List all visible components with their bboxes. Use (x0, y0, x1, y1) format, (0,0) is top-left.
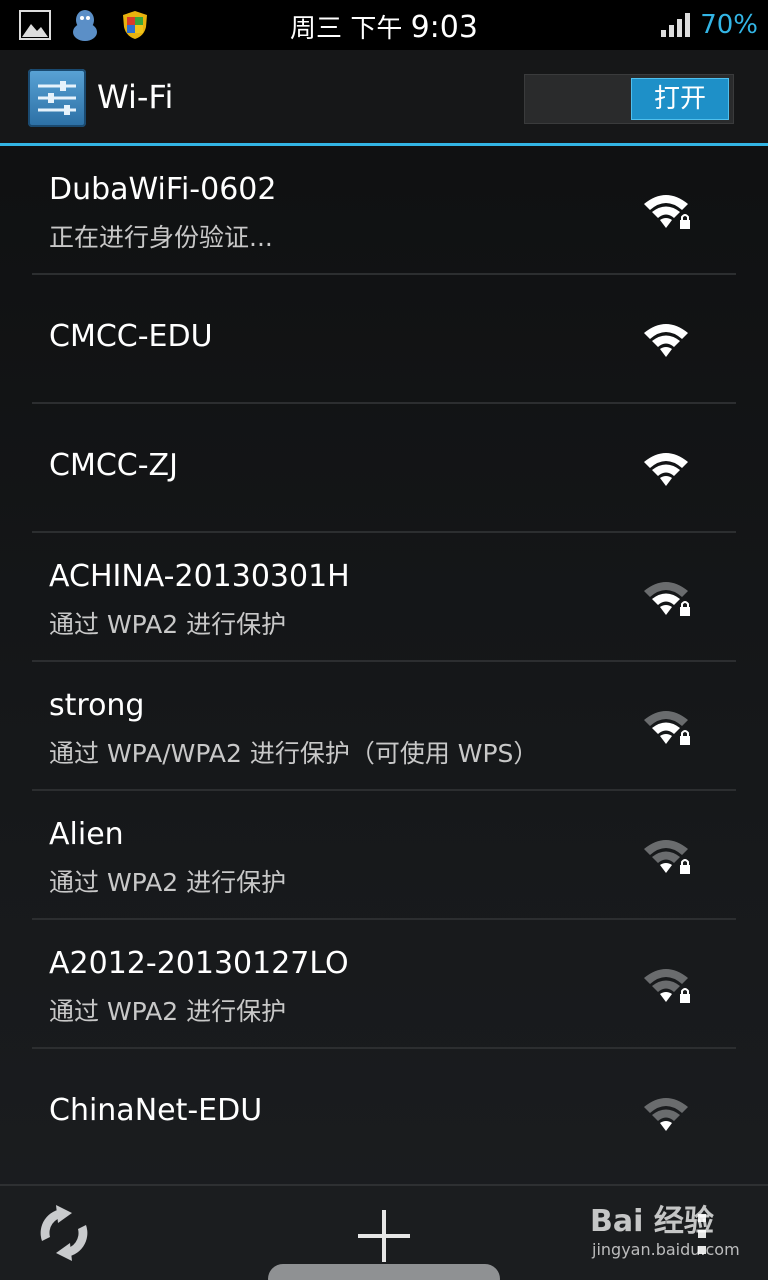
wifi-toggle-label: 打开 (631, 78, 729, 120)
status-bar: 周三 下午 9:03 70% (0, 0, 768, 50)
watermark-url: jingyan.baidu.com (592, 1240, 740, 1259)
refresh-icon[interactable] (34, 1203, 94, 1263)
wifi-secured-icon (644, 711, 690, 745)
status-clock: 周三 下午 9:03 (0, 8, 768, 45)
wifi-open-icon (644, 1098, 688, 1131)
page-title: Wi-Fi (97, 78, 174, 116)
status-day: 周三 (290, 14, 343, 44)
network-status: 通过 WPA2 进行保护 (49, 997, 287, 1026)
network-row[interactable]: A2012-20130127LO 通过 WPA2 进行保护 (0, 920, 768, 1049)
network-ssid: Alien (49, 817, 124, 852)
network-ssid: DubaWiFi-0602 (49, 172, 277, 207)
watermark-logo: Bai 经验 (590, 1204, 714, 1239)
signal-icon (661, 13, 691, 37)
network-status: 通过 WPA/WPA2 进行保护（可使用 WPS） (49, 739, 539, 768)
network-ssid: ACHINA-20130301H (49, 559, 350, 594)
status-period: 下午 (350, 14, 403, 44)
wifi-toggle[interactable]: 打开 (524, 74, 734, 124)
network-row[interactable]: DubaWiFi-0602 正在进行身份验证... (0, 146, 768, 275)
network-row[interactable]: ACHINA-20130301H 通过 WPA2 进行保护 (0, 533, 768, 662)
network-list: DubaWiFi-0602 正在进行身份验证... CMCC-EDU CMCC-… (0, 146, 768, 1178)
wifi-secured-icon (644, 582, 690, 616)
network-row[interactable]: CMCC-EDU (0, 275, 768, 404)
network-row[interactable]: Alien 通过 WPA2 进行保护 (0, 791, 768, 920)
network-row[interactable]: ChinaNet-EDU (0, 1049, 768, 1178)
wifi-settings-screen: 周三 下午 9:03 70% Wi-Fi 打开 DubaWiFi-0602 正在… (0, 0, 768, 1280)
network-status: 通过 WPA2 进行保护 (49, 610, 287, 639)
network-status: 通过 WPA2 进行保护 (49, 868, 287, 897)
add-network-icon[interactable] (354, 1206, 414, 1266)
network-status: 正在进行身份验证... (49, 223, 273, 252)
battery-percent: 70% (700, 10, 758, 40)
wifi-secured-icon (644, 969, 690, 1003)
network-ssid: A2012-20130127LO (49, 946, 349, 981)
settings-sliders-icon[interactable] (28, 69, 86, 127)
network-ssid: CMCC-ZJ (49, 448, 178, 483)
wifi-secured-icon (644, 840, 690, 874)
wifi-open-icon (644, 324, 688, 357)
network-row[interactable]: strong 通过 WPA/WPA2 进行保护（可使用 WPS） (0, 662, 768, 791)
wifi-open-icon (644, 453, 688, 486)
wifi-secured-icon (644, 195, 690, 229)
drawer-handle[interactable] (268, 1264, 500, 1280)
status-time: 9:03 (410, 10, 478, 45)
network-ssid: CMCC-EDU (49, 319, 213, 354)
network-ssid: strong (49, 688, 145, 723)
network-ssid: ChinaNet-EDU (49, 1093, 263, 1128)
network-row[interactable]: CMCC-ZJ (0, 404, 768, 533)
